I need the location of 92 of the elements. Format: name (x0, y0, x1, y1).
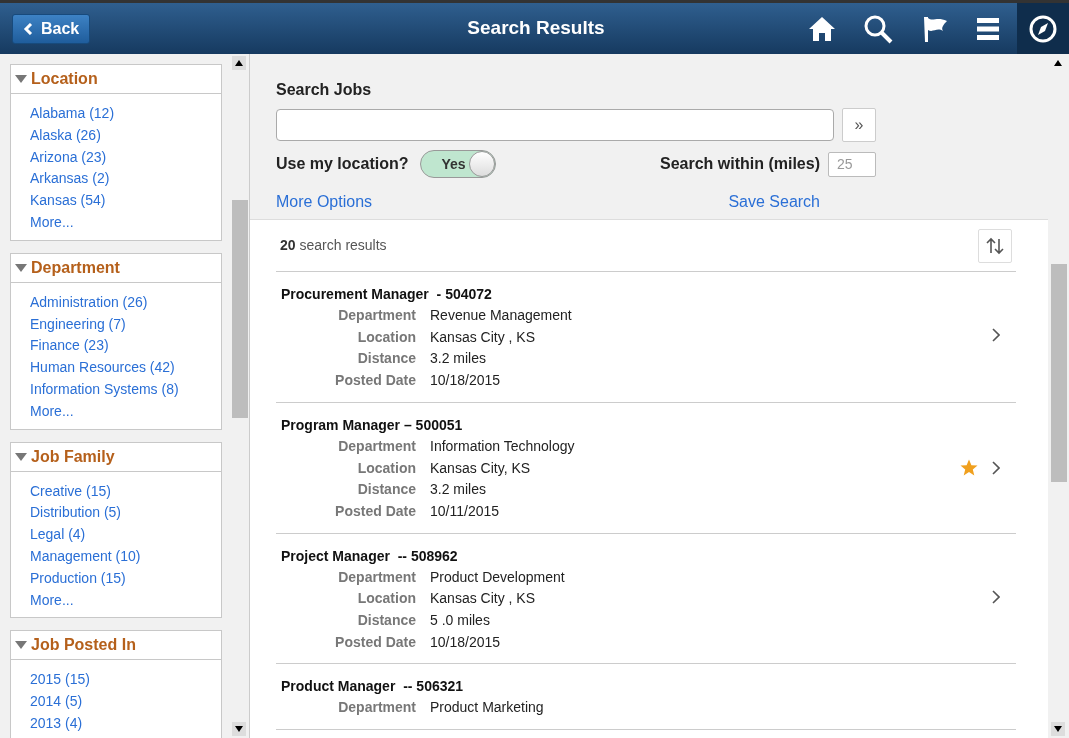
field-value: 5 .0 miles (430, 611, 491, 631)
field-value: Information Technology (430, 436, 575, 456)
more-options-link[interactable]: More Options (276, 190, 373, 214)
filter-link[interactable]: Creative (15) (30, 480, 111, 503)
location-toggle[interactable]: Yes (420, 150, 497, 178)
distance-field[interactable]: 25 (828, 151, 876, 177)
results-count: 20 search results (280, 236, 387, 255)
field-label: Department (337, 567, 416, 587)
compass-icon (1028, 13, 1058, 44)
scroll-up-icon[interactable] (235, 60, 243, 66)
field-value: 3.2 miles (430, 480, 488, 500)
field-label: Distance (356, 349, 416, 369)
page-title: Search Results (466, 16, 606, 41)
filter-link[interactable]: Arkansas (2) (30, 168, 110, 191)
result-row[interactable]: Product Manager -- 506321 Department Product Marketing (276, 664, 1016, 731)
sort-button[interactable] (978, 228, 1012, 263)
filter-link[interactable]: Alaska (26) (30, 124, 101, 147)
field-label: Distance (356, 611, 416, 631)
field-label: Use my location? (276, 154, 409, 174)
filter-link[interactable]: 2013 (4) (30, 712, 83, 735)
job-title: Project Manager -- 508962 (281, 547, 459, 565)
expanded-icon[interactable] (15, 452, 27, 461)
search-button[interactable]: » (842, 108, 876, 142)
search-field[interactable] (276, 109, 834, 141)
chevron-right-icon[interactable] (992, 328, 1000, 342)
field-label: Location (356, 589, 416, 609)
chevron-right-icon[interactable] (992, 460, 1000, 475)
filter-title[interactable]: Job Posted In (31, 633, 136, 658)
menu-icon[interactable] (975, 15, 1001, 42)
field-value: Kansas City , KS (430, 589, 537, 609)
filter-link[interactable]: Finance (23) (30, 335, 109, 358)
field-label: Location (356, 327, 416, 347)
filter-link[interactable]: Distribution (5) (30, 502, 122, 525)
field-value: Revenue Management (430, 306, 572, 325)
search-icon[interactable] (863, 13, 893, 44)
more-link[interactable]: More... (30, 589, 74, 612)
chevron-left-icon (23, 22, 33, 35)
field-value: 10/18/2015 (430, 371, 502, 391)
filter-title[interactable]: Department (31, 255, 120, 280)
field-label: Posted Date (334, 371, 416, 391)
result-row[interactable]: Program Manager – 500051 Department Information Technology Location Kansas City, KS Distance 3.2 miles Posted Date 10/11/2015 (276, 402, 1016, 534)
field-value: 3.2 miles (430, 349, 488, 369)
filter-title[interactable]: Location (31, 67, 98, 91)
field-label: Posted Date (334, 632, 416, 652)
expanded-icon[interactable] (15, 75, 27, 83)
filter-link[interactable]: Administration (26) (30, 291, 148, 314)
field-value: Kansas City, KS (430, 458, 532, 478)
filter-link[interactable]: Kansas (54) (30, 190, 106, 212)
filter-link[interactable]: 2014 (5) (30, 691, 83, 713)
expanded-icon[interactable] (15, 263, 27, 272)
filter-link[interactable]: Management (10) (30, 545, 141, 568)
filter-title[interactable]: Job Family (31, 444, 115, 469)
field-value: Product Marketing (430, 698, 544, 718)
filter-link[interactable]: Alabama (12) (30, 103, 115, 125)
scrollbar[interactable] (230, 54, 248, 738)
filter-link[interactable]: Engineering (7) (30, 313, 126, 336)
job-title: Product Manager -- 506321 (281, 678, 465, 696)
field-label: Department (337, 436, 416, 456)
chevron-right-icon[interactable] (992, 589, 1000, 604)
job-title: Procurement Manager - 504072 (281, 286, 493, 303)
filter-link[interactable]: Human Resources (42) (30, 357, 175, 379)
field-value: 10/11/2015 (430, 501, 501, 521)
back-button[interactable]: Back (12, 13, 91, 44)
scroll-up-icon[interactable] (1054, 60, 1062, 66)
navigation-button[interactable] (1017, 3, 1069, 54)
filter-link[interactable]: Arizona (23) (30, 146, 107, 169)
field-label: Search within (miles) (659, 154, 820, 174)
filter-link[interactable]: 2015 (15) (30, 669, 90, 692)
field-value: Product Development (430, 567, 565, 587)
field-value: 10/18/2015 (430, 632, 502, 652)
field-label: Department (337, 698, 416, 718)
field-value: Kansas City , KS (430, 327, 537, 347)
field-label: Search Jobs (276, 80, 373, 100)
field-label: Posted Date (334, 501, 416, 521)
scroll-thumb[interactable] (1051, 264, 1067, 482)
more-link[interactable]: More... (30, 212, 74, 234)
more-link[interactable]: More... (30, 400, 74, 423)
filter-link[interactable]: Production (15) (30, 567, 126, 590)
filter-link[interactable]: Legal (4) (30, 524, 86, 546)
field-label: Department (337, 306, 416, 325)
result-row[interactable]: Project Manager -- 508962 Department Product Development Location Kansas City , KS Distance 5 .0 miles Posted Date 10/18/2015 (276, 533, 1016, 665)
sort-icon (986, 236, 1004, 255)
save-search-link[interactable]: Save Search (728, 190, 820, 214)
result-row[interactable]: Procurement Manager - 504072 Department Revenue Management Location Kansas City , KS Distance 3.2 miles Posted Date 10/18/2015 (276, 272, 1016, 403)
scroll-down-icon[interactable] (235, 726, 243, 732)
field-label: Location (356, 458, 416, 478)
filter-link[interactable]: Information Systems (8) (30, 378, 179, 401)
scroll-thumb[interactable] (232, 200, 248, 418)
job-title: Program Manager – 500051 (281, 416, 464, 434)
expanded-icon[interactable] (15, 641, 27, 650)
scroll-down-icon[interactable] (1054, 726, 1062, 732)
field-label: Distance (356, 480, 416, 500)
